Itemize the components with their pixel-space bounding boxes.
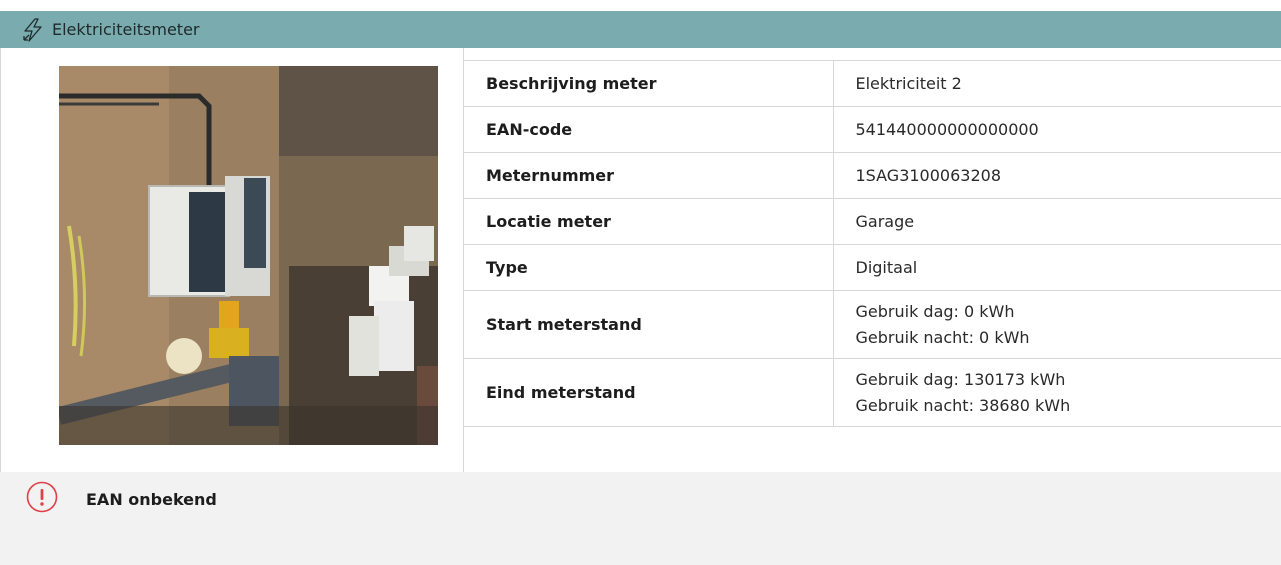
value-line: Gebruik nacht: 0 kWh bbox=[855, 327, 1030, 347]
row-value: 1SAG3100063208 bbox=[833, 152, 1281, 199]
row-value: 541440000000000000 bbox=[833, 106, 1281, 153]
table-row: Type Digitaal bbox=[464, 244, 1281, 291]
table-row: Beschrijving meter Elektriciteit 2 bbox=[464, 60, 1281, 107]
meter-photo[interactable] bbox=[59, 66, 438, 445]
panel-header: Elektriciteitsmeter bbox=[0, 11, 1281, 48]
table-row: EAN-code 541440000000000000 bbox=[464, 106, 1281, 153]
ean-notice: EAN onbekend bbox=[0, 472, 1281, 565]
top-strip bbox=[0, 0, 1281, 11]
row-label: Beschrijving meter bbox=[464, 60, 834, 107]
table-row: Meternummer 1SAG3100063208 bbox=[464, 152, 1281, 199]
meter-details-table: Beschrijving meter Elektriciteit 2 EAN-c… bbox=[464, 60, 1281, 427]
value-line: Gebruik dag: 130173 kWh bbox=[855, 369, 1066, 389]
row-label: Meternummer bbox=[464, 152, 834, 199]
photo-cell bbox=[1, 48, 464, 472]
row-label: Locatie meter bbox=[464, 198, 834, 245]
row-value: Gebruik dag: 0 kWh Gebruik nacht: 0 kWh bbox=[833, 290, 1281, 359]
row-label: EAN-code bbox=[464, 106, 834, 153]
value-line: Gebruik nacht: 38680 kWh bbox=[855, 395, 1071, 415]
row-label: Type bbox=[464, 244, 834, 291]
row-value: Gebruik dag: 130173 kWh Gebruik nacht: 3… bbox=[833, 358, 1281, 427]
meter-panel: Elektriciteitsmeter Beschrijving meter E… bbox=[0, 0, 1281, 565]
panel-content: Beschrijving meter Elektriciteit 2 EAN-c… bbox=[0, 48, 1281, 472]
exclamation-circle-icon bbox=[26, 481, 58, 513]
panel-title: Elektriciteitsmeter bbox=[52, 20, 200, 39]
row-value: Garage bbox=[833, 198, 1281, 245]
notice-message: EAN onbekend bbox=[86, 490, 217, 509]
row-value: Elektriciteit 2 bbox=[833, 60, 1281, 107]
table-row: Locatie meter Garage bbox=[464, 198, 1281, 245]
row-value: Digitaal bbox=[833, 244, 1281, 291]
value-line: Gebruik dag: 0 kWh bbox=[855, 301, 1015, 321]
table-row: Eind meterstand Gebruik dag: 130173 kWh … bbox=[464, 358, 1281, 427]
table-row: Start meterstand Gebruik dag: 0 kWh Gebr… bbox=[464, 290, 1281, 359]
row-label: Eind meterstand bbox=[464, 358, 834, 427]
lightning-bolt-icon bbox=[20, 17, 46, 43]
row-label: Start meterstand bbox=[464, 290, 834, 359]
